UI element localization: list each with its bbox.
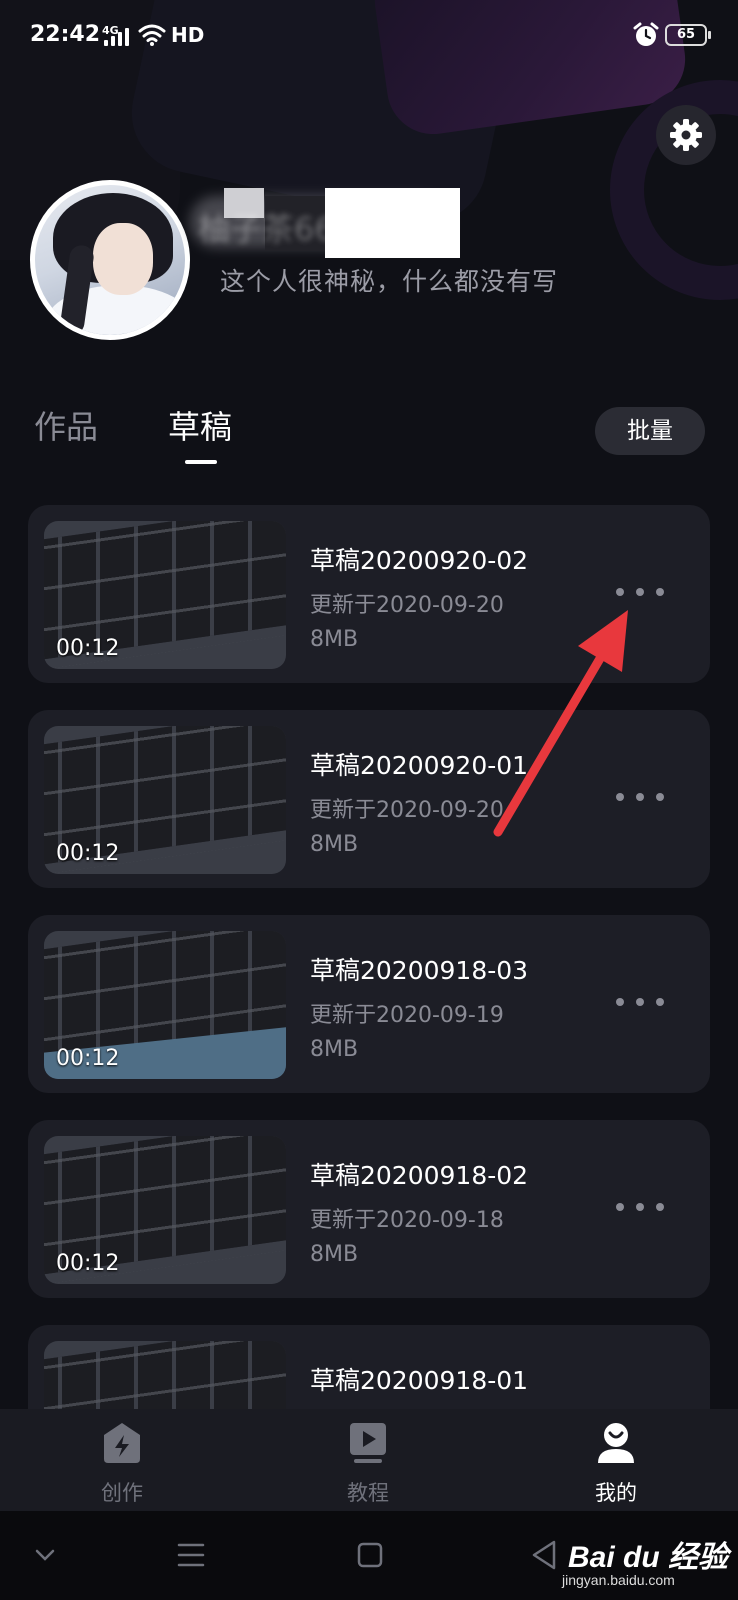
draft-card[interactable]: 草稿20200918-01 (28, 1325, 710, 1409)
profile-bio: 这个人很神秘，什么都没有写 (220, 267, 559, 296)
annotation-arrow-icon (493, 610, 628, 837)
draft-thumbnail: 00:12 (44, 726, 286, 874)
profile-icon (598, 1423, 634, 1463)
battery-indicator: 65 (665, 24, 711, 46)
draft-size: 8MB (310, 832, 359, 857)
hd-indicator: HD (171, 23, 205, 47)
draft-size: 8MB (310, 1037, 359, 1062)
status-bar: 22:42 4G HD 65 (0, 0, 738, 72)
draft-title: 草稿20200918-03 (310, 956, 529, 985)
draft-title: 草稿20200920-02 (310, 546, 529, 575)
tab-works[interactable]: 作品 (34, 402, 98, 448)
draft-thumbnail: 00:12 (44, 521, 286, 669)
draft-thumbnail: 00:12 (44, 931, 286, 1079)
tab-drafts[interactable]: 草稿 (168, 402, 232, 448)
wifi-icon (138, 24, 166, 46)
avatar[interactable] (30, 180, 190, 340)
duration-label: 00:12 (56, 1251, 120, 1276)
nav-tutorial[interactable]: 教程 (288, 1409, 448, 1511)
bottom-nav: 创作 教程 我的 (0, 1409, 738, 1511)
baidu-watermark: Bai du 经验 jingyan.baidu.com (548, 1520, 728, 1590)
signal-icon (104, 28, 129, 46)
watermark-brand: Bai du 经验 (568, 1541, 729, 1574)
nav-label: 我的 (595, 1481, 637, 1505)
home-icon[interactable] (356, 1535, 384, 1575)
draft-card[interactable]: 00:12 草稿20200918-03 更新于2020-09-19 8MB (28, 915, 710, 1093)
status-time: 22:42 (30, 22, 101, 47)
draft-thumbnail (44, 1341, 286, 1409)
more-options-button[interactable] (610, 987, 670, 1017)
watermark-site: jingyan.baidu.com (562, 1572, 675, 1588)
draft-size: 8MB (310, 627, 359, 652)
chevron-down-icon[interactable] (34, 1535, 56, 1575)
draft-title: 草稿20200918-01 (310, 1366, 529, 1395)
menu-icon[interactable] (176, 1535, 206, 1575)
batch-button[interactable]: 批量 (595, 407, 705, 455)
tutorial-icon (350, 1423, 386, 1463)
nickname: 柚子茶666 (198, 210, 356, 248)
settings-button[interactable] (656, 105, 716, 165)
draft-size: 8MB (310, 1242, 359, 1267)
alarm-icon (633, 22, 659, 46)
draft-updated: 更新于2020-09-19 (310, 1003, 504, 1028)
gear-icon (670, 119, 702, 151)
lightning-icon (104, 1423, 140, 1463)
nav-create[interactable]: 创作 (42, 1409, 202, 1511)
nav-label: 教程 (347, 1481, 389, 1505)
more-options-button[interactable] (610, 1192, 670, 1222)
draft-title: 草稿20200918-02 (310, 1161, 529, 1190)
draft-card[interactable]: 00:12 草稿20200918-02 更新于2020-09-18 8MB (28, 1120, 710, 1298)
duration-label: 00:12 (56, 1046, 120, 1071)
nav-label: 创作 (101, 1481, 143, 1505)
draft-updated: 更新于2020-09-18 (310, 1208, 504, 1233)
nav-mine[interactable]: 我的 (536, 1409, 696, 1511)
draft-thumbnail: 00:12 (44, 1136, 286, 1284)
duration-label: 00:12 (56, 841, 120, 866)
duration-label: 00:12 (56, 636, 120, 661)
active-tab-indicator (185, 460, 217, 464)
